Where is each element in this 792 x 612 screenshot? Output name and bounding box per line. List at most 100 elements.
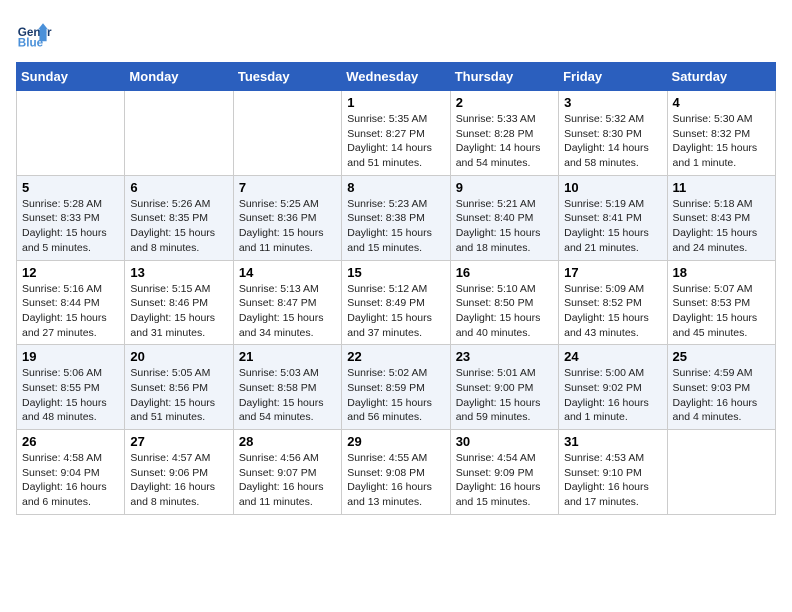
day-number: 23 [456,349,553,364]
day-info: Sunrise: 5:05 AMSunset: 8:56 PMDaylight:… [130,366,227,425]
day-cell: 9 Sunrise: 5:21 AMSunset: 8:40 PMDaylight… [450,175,558,260]
day-info: Sunrise: 5:07 AMSunset: 8:53 PMDaylight:… [673,282,770,341]
day-number: 26 [22,434,119,449]
day-cell: 25Sunrise: 4:59 AMSunset: 9:03 PMDayligh… [667,345,775,430]
day-number: 6 [130,180,227,195]
day-info: Sunrise: 4:58 AMSunset: 9:04 PMDaylight:… [22,451,119,510]
day-number: 15 [347,265,444,280]
day-number: 5 [22,180,119,195]
day-info: Sunrise: 5:25 AMSunset: 8:36 PMDaylight:… [239,197,336,256]
day-number: 17 [564,265,661,280]
day-cell: 26 Sunrise: 4:58 AMSunset: 9:04 PMDayligh… [17,430,125,515]
day-cell: 3 Sunrise: 5:32 AMSunset: 8:30 PMDaylight… [559,91,667,176]
day-number: 28 [239,434,336,449]
day-cell: 5 Sunrise: 5:28 AMSunset: 8:33 PMDaylight… [17,175,125,260]
weekday-header-row: SundayMondayTuesdayWednesdayThursdayFrid… [17,63,776,91]
day-number: 2 [456,95,553,110]
day-number: 8 [347,180,444,195]
day-info: Sunrise: 5:15 AMSunset: 8:46 PMDaylight:… [130,282,227,341]
week-row-5: 26 Sunrise: 4:58 AMSunset: 9:04 PMDayligh… [17,430,776,515]
day-cell: 2 Sunrise: 5:33 AMSunset: 8:28 PMDaylight… [450,91,558,176]
day-info: Sunrise: 4:59 AMSunset: 9:03 PMDaylight:… [673,366,770,425]
day-info: Sunrise: 5:10 AMSunset: 8:50 PMDaylight:… [456,282,553,341]
logo: General Blue [16,16,52,52]
weekday-header-saturday: Saturday [667,63,775,91]
day-info: Sunrise: 5:16 AMSunset: 8:44 PMDaylight:… [22,282,119,341]
weekday-header-monday: Monday [125,63,233,91]
day-info: Sunrise: 5:23 AMSunset: 8:38 PMDaylight:… [347,197,444,256]
day-number: 14 [239,265,336,280]
day-cell: 16 Sunrise: 5:10 AMSunset: 8:50 PMDayligh… [450,260,558,345]
weekday-header-tuesday: Tuesday [233,63,341,91]
day-number: 21 [239,349,336,364]
day-number: 9 [456,180,553,195]
day-cell: 24 Sunrise: 5:00 AMSunset: 9:02 PMDayligh… [559,345,667,430]
day-cell: 21Sunrise: 5:03 AMSunset: 8:58 PMDayligh… [233,345,341,430]
day-info: Sunrise: 5:19 AMSunset: 8:41 PMDaylight:… [564,197,661,256]
day-cell: 14Sunrise: 5:13 AMSunset: 8:47 PMDayligh… [233,260,341,345]
day-cell [233,91,341,176]
day-number: 29 [347,434,444,449]
day-info: Sunrise: 5:12 AMSunset: 8:49 PMDaylight:… [347,282,444,341]
day-info: Sunrise: 4:57 AMSunset: 9:06 PMDaylight:… [130,451,227,510]
day-info: Sunrise: 5:18 AMSunset: 8:43 PMDaylight:… [673,197,770,256]
logo-icon: General Blue [16,16,52,52]
page-header: General Blue [16,16,776,52]
day-cell: 27 Sunrise: 4:57 AMSunset: 9:06 PMDayligh… [125,430,233,515]
day-cell: 22Sunrise: 5:02 AMSunset: 8:59 PMDayligh… [342,345,450,430]
day-number: 7 [239,180,336,195]
day-number: 27 [130,434,227,449]
week-row-3: 12 Sunrise: 5:16 AMSunset: 8:44 PMDayligh… [17,260,776,345]
day-cell: 1 Sunrise: 5:35 AMSunset: 8:27 PMDaylight… [342,91,450,176]
day-info: Sunrise: 5:06 AMSunset: 8:55 PMDaylight:… [22,366,119,425]
day-cell: 29 Sunrise: 4:55 AMSunset: 9:08 PMDayligh… [342,430,450,515]
day-number: 1 [347,95,444,110]
day-cell: 15 Sunrise: 5:12 AMSunset: 8:49 PMDayligh… [342,260,450,345]
day-cell: 13 Sunrise: 5:15 AMSunset: 8:46 PMDayligh… [125,260,233,345]
day-info: Sunrise: 4:56 AMSunset: 9:07 PMDaylight:… [239,451,336,510]
day-cell: 31Sunrise: 4:53 AMSunset: 9:10 PMDayligh… [559,430,667,515]
day-cell [667,430,775,515]
day-number: 22 [347,349,444,364]
day-number: 11 [673,180,770,195]
day-number: 30 [456,434,553,449]
week-row-2: 5 Sunrise: 5:28 AMSunset: 8:33 PMDaylight… [17,175,776,260]
day-number: 4 [673,95,770,110]
day-cell: 11 Sunrise: 5:18 AMSunset: 8:43 PMDayligh… [667,175,775,260]
day-cell: 28 Sunrise: 4:56 AMSunset: 9:07 PMDayligh… [233,430,341,515]
day-info: Sunrise: 4:55 AMSunset: 9:08 PMDaylight:… [347,451,444,510]
day-info: Sunrise: 5:21 AMSunset: 8:40 PMDaylight:… [456,197,553,256]
calendar-table: SundayMondayTuesdayWednesdayThursdayFrid… [16,62,776,515]
day-info: Sunrise: 5:35 AMSunset: 8:27 PMDaylight:… [347,112,444,171]
day-cell: 8 Sunrise: 5:23 AMSunset: 8:38 PMDaylight… [342,175,450,260]
day-cell: 10 Sunrise: 5:19 AMSunset: 8:41 PMDayligh… [559,175,667,260]
day-cell [17,91,125,176]
day-cell: 20Sunrise: 5:05 AMSunset: 8:56 PMDayligh… [125,345,233,430]
day-cell: 12 Sunrise: 5:16 AMSunset: 8:44 PMDayligh… [17,260,125,345]
day-number: 12 [22,265,119,280]
day-info: Sunrise: 5:32 AMSunset: 8:30 PMDaylight:… [564,112,661,171]
day-number: 18 [673,265,770,280]
day-number: 3 [564,95,661,110]
day-number: 16 [456,265,553,280]
day-cell: 23Sunrise: 5:01 AMSunset: 9:00 PMDayligh… [450,345,558,430]
day-info: Sunrise: 5:33 AMSunset: 8:28 PMDaylight:… [456,112,553,171]
day-number: 24 [564,349,661,364]
day-number: 13 [130,265,227,280]
day-number: 10 [564,180,661,195]
day-info: Sunrise: 4:53 AMSunset: 9:10 PMDaylight:… [564,451,661,510]
day-cell: 30Sunrise: 4:54 AMSunset: 9:09 PMDayligh… [450,430,558,515]
day-cell: 6 Sunrise: 5:26 AMSunset: 8:35 PMDaylight… [125,175,233,260]
week-row-1: 1 Sunrise: 5:35 AMSunset: 8:27 PMDaylight… [17,91,776,176]
weekday-header-friday: Friday [559,63,667,91]
day-cell: 7 Sunrise: 5:25 AMSunset: 8:36 PMDaylight… [233,175,341,260]
day-info: Sunrise: 5:26 AMSunset: 8:35 PMDaylight:… [130,197,227,256]
day-cell: 4Sunrise: 5:30 AMSunset: 8:32 PMDaylight… [667,91,775,176]
day-info: Sunrise: 5:00 AMSunset: 9:02 PMDaylight:… [564,366,661,425]
day-cell: 19 Sunrise: 5:06 AMSunset: 8:55 PMDayligh… [17,345,125,430]
day-info: Sunrise: 5:09 AMSunset: 8:52 PMDaylight:… [564,282,661,341]
weekday-header-thursday: Thursday [450,63,558,91]
day-cell: 17 Sunrise: 5:09 AMSunset: 8:52 PMDayligh… [559,260,667,345]
day-info: Sunrise: 5:28 AMSunset: 8:33 PMDaylight:… [22,197,119,256]
day-number: 19 [22,349,119,364]
